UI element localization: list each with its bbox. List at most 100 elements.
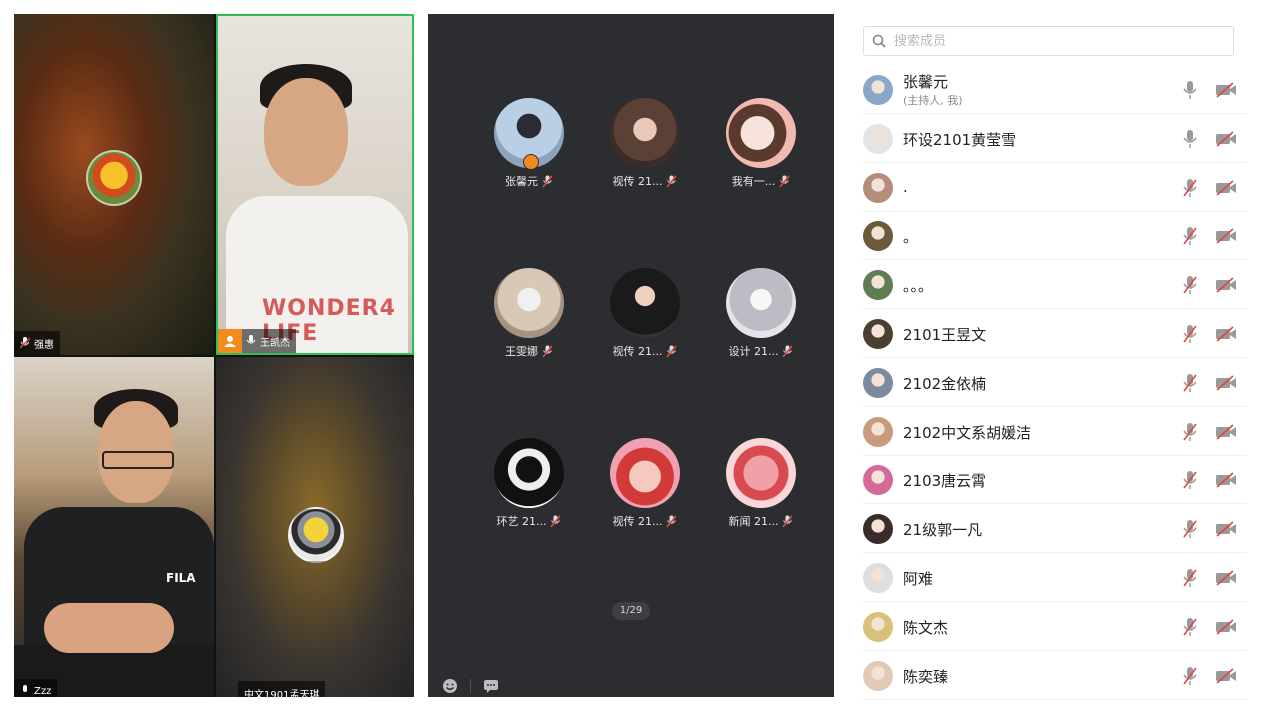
participant-name: 张馨元 (505, 175, 538, 188)
mic-icon (246, 335, 256, 344)
emoji-icon[interactable] (442, 678, 458, 694)
gallery-participant[interactable]: 新闻 21... (703, 438, 819, 529)
video-tile[interactable]: 强惠 (14, 14, 214, 355)
video-grid: 强惠 WONDER4 LIFE 王凯杰 FILA Zzz 中文1901孟 (14, 14, 414, 697)
camera-off-icon[interactable] (1215, 228, 1237, 244)
participant-avatar (288, 507, 344, 563)
camera-off-icon[interactable] (1215, 82, 1237, 98)
member-name: . (903, 177, 908, 196)
mic-muted-icon[interactable] (1181, 226, 1199, 246)
mic-muted-icon[interactable] (1181, 568, 1199, 588)
member-avatar (863, 465, 893, 496)
mic-muted-icon[interactable] (1181, 178, 1199, 198)
participant-name: 设计 21... (728, 345, 779, 358)
gallery-toolbar (442, 678, 499, 694)
participant-name: 新闻 21... (728, 515, 779, 528)
participant-avatar (86, 150, 142, 206)
gallery-participant[interactable]: 张馨元 (471, 98, 587, 189)
camera-off-icon[interactable] (1215, 619, 1237, 635)
gallery-participant[interactable]: 设计 21... (703, 268, 819, 359)
member-row[interactable]: 。 (863, 212, 1247, 261)
member-row[interactable]: 陈奕臻 (863, 652, 1247, 700)
gallery-participant[interactable]: 环艺 21... (471, 438, 587, 529)
participant-label: 设计 21... (703, 343, 819, 359)
mic-muted-icon[interactable] (1181, 422, 1199, 442)
host-icon (218, 329, 242, 353)
participant-name: 王雯娜 (505, 345, 538, 358)
camera-off-icon[interactable] (1215, 326, 1237, 342)
mic-muted-icon[interactable] (1181, 519, 1199, 539)
member-row[interactable]: 2101王昱文 (863, 310, 1247, 358)
participant-avatar (610, 268, 680, 338)
member-row[interactable]: 阿难 (863, 554, 1247, 602)
participant-avatar (610, 98, 680, 168)
member-avatar (863, 563, 893, 593)
mic-icon[interactable] (1181, 80, 1199, 100)
member-avatar (863, 611, 893, 642)
member-name: 21级郭一凡 (903, 521, 983, 540)
member-name: 张馨元 (903, 73, 949, 91)
participant-name: 中文1901孟天琪 (244, 689, 320, 698)
member-name: 阿难 (903, 570, 934, 588)
member-row[interactable]: 2102金依楠 (863, 359, 1247, 407)
camera-off-icon[interactable] (1215, 667, 1237, 684)
chat-icon[interactable] (483, 678, 499, 694)
mic-muted-icon[interactable] (1181, 275, 1199, 295)
member-row[interactable]: 张馨元 (主持人, 我) (863, 66, 1247, 114)
toolbar-divider (470, 679, 471, 693)
gallery-participant[interactable]: 视传 21... (587, 268, 703, 359)
mic-muted-icon[interactable] (1181, 617, 1199, 637)
member-row[interactable]: 21级郭一凡 (863, 505, 1247, 554)
camera-off-icon[interactable] (1215, 277, 1237, 293)
participant-name: 强惠 (34, 339, 54, 351)
participant-name: Zzz (34, 685, 52, 697)
camera-off-icon[interactable] (1215, 375, 1237, 391)
member-row[interactable]: 环设2101黄莹雪 (863, 115, 1247, 163)
mic-muted-icon (782, 514, 794, 528)
member-row[interactable]: 2103唐云霄 (863, 456, 1247, 505)
member-list-panel: 张馨元(主持人, 我)环设2101黄莹雪.。。。。2101王昱文2102金依楠2… (850, 14, 1250, 700)
camera-off-icon[interactable] (1215, 423, 1237, 440)
mic-muted-icon[interactable] (1181, 373, 1199, 393)
gallery-participant[interactable]: 视传 21... (587, 438, 703, 529)
member-row[interactable]: 。。。 (863, 261, 1247, 310)
participant-label: 新闻 21... (703, 513, 819, 529)
search-input[interactable] (892, 32, 1196, 50)
search-box[interactable] (863, 26, 1234, 56)
camera-off-icon[interactable] (1215, 570, 1237, 586)
gallery-participant[interactable]: 我有一... (703, 98, 819, 189)
mic-icon[interactable] (1181, 129, 1199, 149)
participant-avatar (494, 438, 564, 508)
video-content (264, 78, 348, 186)
mic-muted-icon[interactable] (1181, 324, 1199, 344)
video-tile[interactable]: FILA Zzz (14, 357, 214, 697)
camera-off-icon[interactable] (1215, 131, 1237, 147)
camera-off-icon[interactable] (1215, 472, 1237, 488)
camera-off-icon[interactable] (1215, 521, 1237, 537)
camera-off-icon[interactable] (1215, 179, 1237, 196)
mic-muted-icon (550, 514, 562, 528)
member-name: 。。。 (903, 277, 934, 296)
video-tile-active-speaker[interactable]: WONDER4 LIFE 王凯杰 (216, 14, 414, 355)
video-tile[interactable]: 中文1901孟天琪 (216, 357, 414, 697)
member-name: 2102中文系胡媛洁 (903, 423, 1032, 442)
member-name: 2103唐云霄 (903, 472, 987, 491)
participant-label: 环艺 21... (471, 513, 587, 529)
member-avatar (863, 514, 893, 545)
member-row[interactable]: 陈文杰 (863, 603, 1247, 651)
mic-muted-icon[interactable] (1181, 470, 1199, 490)
mic-muted-icon (20, 337, 30, 349)
gallery-participant[interactable]: 视传 21... (587, 98, 703, 189)
participant-name-tag: 中文1901孟天琪 (238, 681, 326, 698)
shirt-logo: FILA (166, 571, 196, 585)
member-row[interactable]: . (863, 164, 1247, 212)
page-indicator: 1/29 (612, 602, 650, 620)
member-name: 2102金依楠 (903, 374, 987, 393)
member-row[interactable]: 2102中文系胡媛洁 (863, 408, 1247, 456)
mic-muted-icon[interactable] (1181, 666, 1199, 686)
member-avatar (863, 270, 893, 301)
gallery-participant[interactable]: 王雯娜 (471, 268, 587, 359)
member-name: 陈奕臻 (903, 667, 949, 686)
member-avatar (863, 416, 893, 447)
participant-label: 视传 21... (587, 513, 703, 529)
